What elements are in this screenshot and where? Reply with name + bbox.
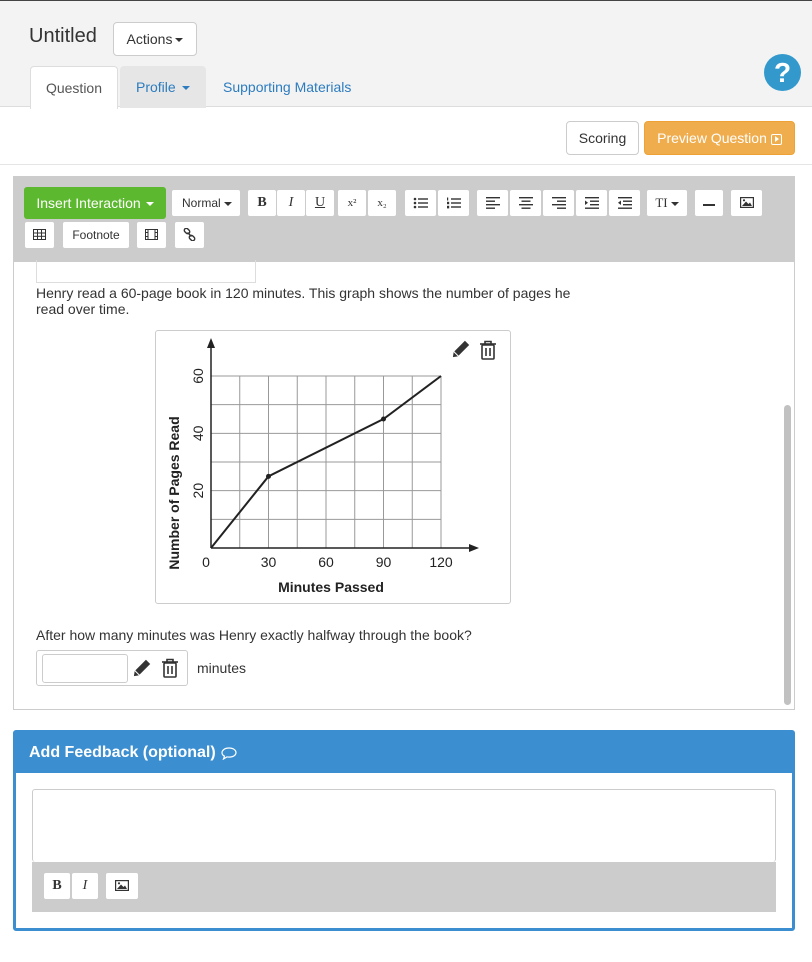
scoring-button[interactable]: Scoring: [566, 121, 639, 155]
bold-button[interactable]: B: [247, 189, 277, 217]
horizontal-rule-button[interactable]: [694, 189, 724, 217]
previous-element-box: [36, 260, 256, 283]
caret-down-icon: [223, 201, 232, 206]
bullet-list-icon: [413, 197, 428, 209]
caret-down-icon: [670, 202, 679, 207]
text-style-button[interactable]: TI: [646, 189, 688, 217]
align-left-icon: [485, 197, 500, 209]
tab-supporting-materials[interactable]: Supporting Materials: [207, 66, 367, 108]
question-prompt: Henry read a 60-page book in 120 minutes…: [36, 285, 571, 317]
tab-profile[interactable]: Profile: [120, 66, 206, 108]
caret-down-icon: [181, 86, 190, 91]
numbered-list-button[interactable]: [437, 189, 470, 217]
align-center-icon: [518, 197, 533, 209]
pencil-icon[interactable]: [449, 339, 471, 361]
outdent-button[interactable]: [608, 189, 641, 217]
indent-button[interactable]: [575, 189, 608, 217]
y-axis-label: Number of Pages Read: [166, 416, 182, 569]
table-button[interactable]: [24, 221, 55, 249]
italic-button[interactable]: I: [276, 189, 306, 217]
feedback-italic-button[interactable]: I: [71, 872, 99, 900]
image-icon: [739, 197, 754, 209]
video-button[interactable]: [136, 221, 167, 249]
feedback-panel: Add Feedback (optional) B I: [13, 730, 795, 931]
caret-down-icon: [145, 202, 154, 207]
graph-figure: 0 30 60 90 120 20 40 60 Minutes Passed Number of …: [155, 330, 511, 604]
align-center-button[interactable]: [509, 189, 542, 217]
align-right-icon: [551, 197, 566, 209]
trash-icon[interactable]: [478, 339, 498, 361]
x-tick-label: 120: [429, 554, 453, 570]
comment-icon: [221, 747, 237, 761]
trash-icon[interactable]: [160, 657, 180, 679]
data-point: [381, 416, 386, 422]
answer-unit: minutes: [197, 660, 247, 676]
insert-interaction-button[interactable]: Insert Interaction: [24, 187, 166, 219]
x-tick-label: 30: [261, 554, 277, 570]
preview-question-button[interactable]: Preview Question: [644, 121, 795, 155]
feedback-image-button[interactable]: [105, 872, 139, 900]
y-tick-label: 60: [190, 368, 206, 384]
question-text: After how many minutes was Henry exactly…: [36, 627, 472, 643]
feedback-header[interactable]: Add Feedback (optional): [16, 733, 792, 773]
bullet-list-button[interactable]: [404, 189, 437, 217]
help-icon[interactable]: ?: [764, 54, 801, 91]
tab-question-label: Question: [45, 80, 103, 96]
caret-down-icon: [175, 38, 184, 43]
x-tick-label: 90: [376, 554, 392, 570]
feedback-bold-button[interactable]: B: [43, 872, 71, 900]
actions-label: Actions: [126, 31, 173, 47]
insert-interaction-label: Insert Interaction: [36, 195, 141, 211]
format-select-value: Normal: [182, 196, 221, 210]
answer-input[interactable]: [42, 654, 128, 683]
tab-supporting-label: Supporting Materials: [223, 79, 352, 95]
image-button[interactable]: [730, 189, 763, 217]
footnote-button[interactable]: Footnote: [62, 221, 130, 249]
editor-scrollbar[interactable]: [784, 405, 791, 705]
play-box-icon: [770, 133, 782, 145]
x-tick-label: 0: [202, 554, 210, 570]
underline-button[interactable]: U: [305, 189, 335, 217]
superscript-button[interactable]: x²: [337, 189, 367, 217]
tab-profile-label: Profile: [136, 79, 176, 95]
outdent-icon: [617, 197, 632, 209]
y-axis-arrow: [207, 338, 215, 348]
align-right-button[interactable]: [542, 189, 575, 217]
film-icon: [145, 229, 158, 240]
preview-label: Preview Question: [657, 130, 767, 146]
header: Untitled Actions Question Profile Suppor…: [0, 0, 812, 109]
y-tick-label: 40: [190, 425, 206, 441]
feedback-title: Add Feedback (optional): [29, 744, 216, 761]
link-button[interactable]: [174, 221, 205, 249]
actions-dropdown[interactable]: Actions: [113, 22, 197, 56]
text-style-label: TI: [655, 195, 668, 210]
y-tick-label: 20: [190, 483, 206, 499]
align-left-button[interactable]: [476, 189, 509, 217]
editor-toolbar: Insert Interaction Normal B I U x² x₂ TI…: [14, 177, 794, 262]
pencil-icon[interactable]: [130, 658, 152, 680]
horizontal-rule-icon: [703, 204, 715, 206]
format-select[interactable]: Normal: [171, 189, 241, 217]
x-axis-label: Minutes Passed: [278, 579, 384, 595]
question-editor[interactable]: Insert Interaction Normal B I U x² x₂ TI…: [13, 176, 795, 710]
image-icon: [115, 880, 130, 892]
x-axis-arrow: [469, 544, 479, 552]
answer-group: [36, 650, 188, 686]
line-chart: 0 30 60 90 120 20 40 60 Minutes Passed Number of …: [166, 338, 479, 595]
page-title: Untitled: [29, 25, 97, 47]
table-icon: [33, 229, 46, 240]
indent-icon: [584, 197, 599, 209]
subscript-button[interactable]: x₂: [367, 189, 397, 217]
tab-question[interactable]: Question: [30, 66, 118, 109]
feedback-textarea[interactable]: [32, 789, 776, 862]
link-icon: [183, 227, 196, 242]
x-tick-label: 60: [318, 554, 334, 570]
feedback-toolbar: B I: [32, 862, 776, 912]
numbered-list-icon: [446, 197, 461, 209]
data-point: [266, 473, 271, 479]
